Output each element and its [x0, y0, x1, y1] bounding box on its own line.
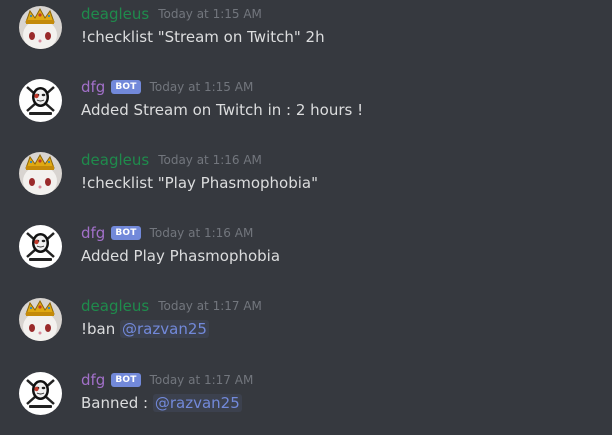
message-header: deagleus Today at 1:16 AM: [81, 150, 262, 170]
author-name[interactable]: dfg: [81, 77, 105, 97]
chat-message: dfg BOT Today at 1:16 AM Added Play Phas…: [0, 223, 612, 283]
author-name[interactable]: deagleus: [81, 296, 149, 316]
masked-pirate-avatar[interactable]: [19, 372, 62, 415]
message-header: dfg BOT Today at 1:16 AM: [81, 223, 253, 243]
message-content: !ban @razvan25: [81, 319, 209, 339]
author-name[interactable]: dfg: [81, 223, 105, 243]
author-name[interactable]: dfg: [81, 370, 105, 390]
message-content: Added Stream on Twitch in : 2 hours !: [81, 101, 364, 119]
message-content: Banned : @razvan25: [81, 393, 242, 413]
message-content: !checklist "Stream on Twitch" 2h: [81, 28, 325, 46]
bot-tag: BOT: [111, 373, 141, 387]
chat-message: deagleus Today at 1:16 AM !checklist "Pl…: [0, 150, 612, 210]
message-text: !ban: [81, 320, 121, 338]
bot-tag: BOT: [111, 80, 141, 94]
timestamp[interactable]: Today at 1:15 AM: [158, 4, 262, 24]
user-mention[interactable]: @razvan25: [152, 394, 242, 412]
chat-message: dfg BOT Today at 1:15 AM Added Stream on…: [0, 77, 612, 137]
message-header: dfg BOT Today at 1:17 AM: [81, 370, 253, 390]
timestamp[interactable]: Today at 1:16 AM: [150, 223, 254, 243]
message-header: dfg BOT Today at 1:15 AM: [81, 77, 253, 97]
cat-with-crown-avatar[interactable]: [19, 152, 62, 195]
cat-with-crown-avatar[interactable]: [19, 298, 62, 341]
message-text: Banned :: [81, 394, 153, 412]
masked-pirate-avatar[interactable]: [19, 225, 62, 268]
chat-message: deagleus Today at 1:15 AM !checklist "St…: [0, 4, 612, 64]
chat-message: dfg BOT Today at 1:17 AM Banned : @razva…: [0, 370, 612, 430]
author-name[interactable]: deagleus: [81, 150, 149, 170]
message-header: deagleus Today at 1:17 AM: [81, 296, 262, 316]
chat-message-list: deagleus Today at 1:15 AM !checklist "St…: [0, 0, 612, 435]
timestamp[interactable]: Today at 1:17 AM: [150, 370, 254, 390]
timestamp[interactable]: Today at 1:17 AM: [158, 296, 262, 316]
cat-with-crown-avatar[interactable]: [19, 6, 62, 49]
message-content: !checklist "Play Phasmophobia": [81, 174, 319, 192]
chat-message: deagleus Today at 1:17 AM !ban @razvan25: [0, 296, 612, 356]
author-name[interactable]: deagleus: [81, 4, 149, 24]
message-header: deagleus Today at 1:15 AM: [81, 4, 262, 24]
timestamp[interactable]: Today at 1:16 AM: [158, 150, 262, 170]
message-content: Added Play Phasmophobia: [81, 247, 281, 265]
user-mention[interactable]: @razvan25: [120, 320, 209, 338]
masked-pirate-avatar[interactable]: [19, 79, 62, 122]
timestamp[interactable]: Today at 1:15 AM: [150, 77, 254, 97]
bot-tag: BOT: [111, 226, 141, 240]
